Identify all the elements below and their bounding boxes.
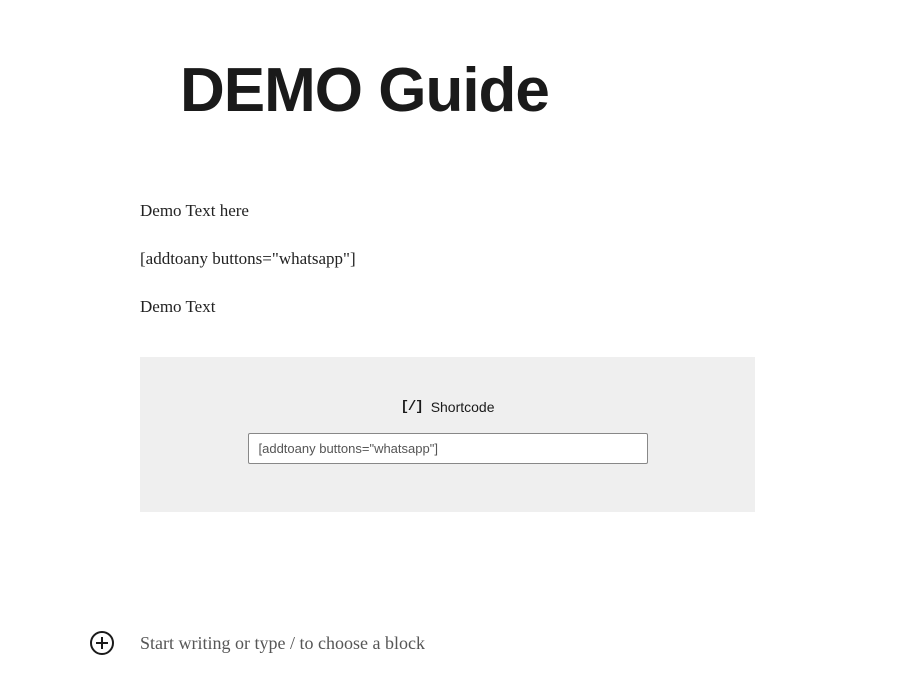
shortcode-header: [/] Shortcode <box>172 399 723 415</box>
paragraph-block[interactable]: [addtoany buttons="whatsapp"] <box>140 249 755 269</box>
new-block-row: Start writing or type / to choose a bloc… <box>90 631 425 655</box>
paragraph-block[interactable]: Demo Text here <box>140 201 755 221</box>
paragraph-block[interactable]: Demo Text <box>140 297 755 317</box>
shortcode-icon: [/] <box>400 399 422 415</box>
page-title[interactable]: DEMO Guide <box>180 55 897 126</box>
new-block-placeholder[interactable]: Start writing or type / to choose a bloc… <box>140 633 425 654</box>
plus-icon <box>95 636 109 650</box>
shortcode-input[interactable] <box>248 433 648 464</box>
add-block-button[interactable] <box>90 631 114 655</box>
content-area: Demo Text here [addtoany buttons="whatsa… <box>140 201 755 512</box>
shortcode-label: Shortcode <box>431 399 495 415</box>
shortcode-block[interactable]: [/] Shortcode <box>140 357 755 512</box>
